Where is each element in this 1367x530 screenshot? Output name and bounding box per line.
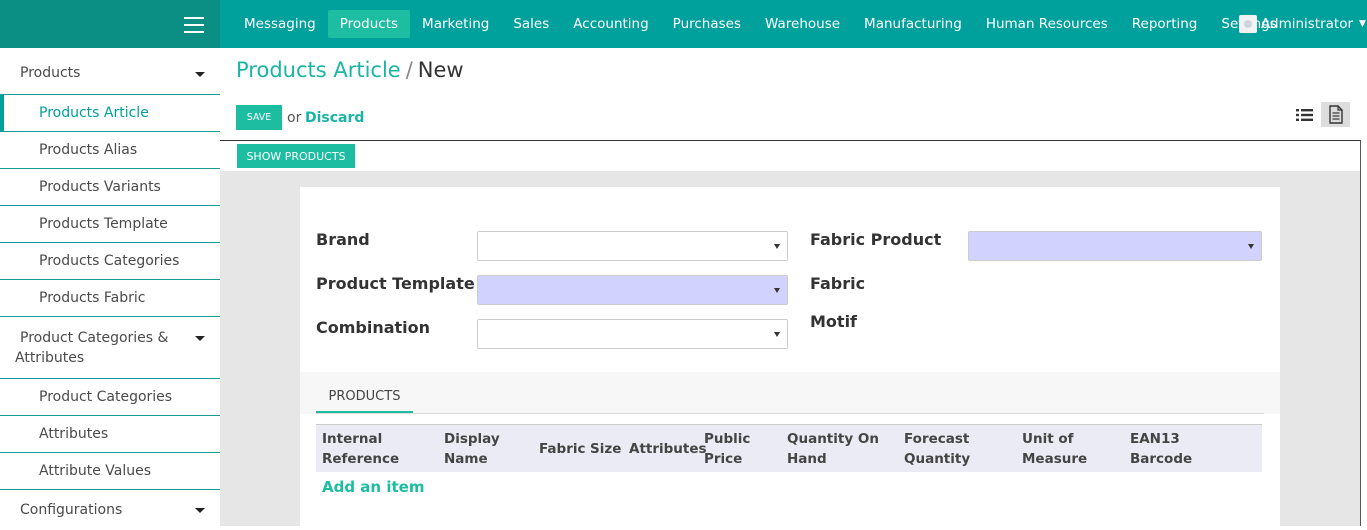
discard-button[interactable]: Discard (305, 110, 364, 126)
form-view-icon[interactable] (1321, 102, 1350, 127)
user-name: Administrator (1261, 16, 1354, 32)
menu-marketing[interactable]: Marketing (410, 10, 501, 38)
combination-label: Combination (316, 318, 431, 337)
notebook-header (300, 372, 1280, 414)
column-unit-of-measure[interactable]: Unit of Measure (1022, 429, 1087, 469)
breadcrumb-separator: / (405, 58, 413, 82)
form-statusbar: SHOW PRODUCTS (220, 141, 1360, 171)
notebook-divider (316, 413, 1264, 414)
sidebar-item-products-template[interactable]: Products Template (0, 206, 220, 243)
dropdown-arrow-icon (774, 332, 780, 337)
sidebar-section-label: Configurations (20, 502, 123, 518)
dropdown-arrow-icon (774, 288, 780, 293)
navbar-brand-area (0, 0, 220, 48)
menu-sales[interactable]: Sales (501, 10, 561, 38)
sidebar-item-products-alias[interactable]: Products Alias (0, 132, 220, 169)
product-template-select[interactable] (477, 275, 788, 305)
caret-down-icon (195, 72, 205, 77)
menu-human-resources[interactable]: Human Resources (974, 10, 1120, 38)
sidebar-item-products-article[interactable]: Products Article (0, 95, 220, 132)
caret-down-icon (195, 508, 205, 513)
fabric-product-label: Fabric Product (810, 230, 942, 249)
sidebar-section-label: Products (20, 65, 81, 81)
top-menu: Messaging Products Marketing Sales Accou… (232, 0, 1289, 48)
scrollbar[interactable] (1360, 140, 1367, 526)
sidebar-section-categories-attributes[interactable]: Product Categories & Attributes (0, 317, 220, 379)
brand-label: Brand (316, 230, 370, 249)
menu-accounting[interactable]: Accounting (561, 10, 660, 38)
combination-select[interactable] (477, 319, 788, 349)
column-ean13-barcode[interactable]: EAN13 Barcode (1130, 429, 1192, 469)
motif-label: Motif (810, 312, 858, 331)
column-public-price[interactable]: Public Price (704, 429, 750, 469)
menu-warehouse[interactable]: Warehouse (753, 10, 852, 38)
tab-products[interactable]: PRODUCTS (316, 383, 413, 413)
column-quantity-on-hand[interactable]: Quantity On Hand (787, 429, 879, 469)
fabric-label: Fabric (810, 274, 866, 293)
list-view-icon[interactable] (1295, 107, 1315, 123)
column-forecast-quantity[interactable]: Forecast Quantity (904, 429, 970, 469)
sidebar-item-products-fabric[interactable]: Products Fabric (0, 280, 220, 317)
sidebar-section-label-2: Attributes (15, 350, 85, 366)
sidebar-item-product-categories[interactable]: Product Categories (0, 379, 220, 416)
column-internal-reference[interactable]: Internal Reference (322, 429, 399, 469)
product-template-label: Product Template (316, 274, 475, 293)
menu-products[interactable]: Products (327, 10, 411, 38)
sidebar-section-label: Product Categories & (20, 330, 169, 346)
sidebar: Products Products Article Products Alias… (0, 48, 220, 526)
column-attributes[interactable]: Attributes (629, 439, 707, 459)
sidebar-item-attributes[interactable]: Attributes (0, 416, 220, 453)
sidebar-section-configurations[interactable]: Configurations (0, 490, 220, 530)
caret-down-icon (195, 336, 205, 341)
top-navbar: Messaging Products Marketing Sales Accou… (0, 0, 1367, 48)
avatar (1239, 15, 1257, 33)
column-display-name[interactable]: Display Name (444, 429, 500, 469)
breadcrumb-parent[interactable]: Products Article (236, 58, 401, 82)
products-table-header: Internal Reference Display Name Fabric Siz… (316, 424, 1262, 472)
caret-down-icon: ▼ (1359, 19, 1366, 29)
column-size[interactable]: Size (590, 439, 621, 459)
sidebar-item-attribute-values[interactable]: Attribute Values (0, 453, 220, 490)
menu-messaging[interactable]: Messaging (232, 10, 328, 38)
show-products-button[interactable]: SHOW PRODUCTS (237, 144, 355, 168)
menu-manufacturing[interactable]: Manufacturing (852, 10, 974, 38)
add-item-link[interactable]: Add an item (322, 478, 424, 496)
dropdown-arrow-icon (1248, 244, 1254, 249)
brand-select[interactable] (477, 231, 788, 261)
menu-purchases[interactable]: Purchases (661, 10, 753, 38)
breadcrumb-current: New (417, 58, 464, 82)
save-button[interactable]: SAVE (236, 105, 282, 130)
menu-reporting[interactable]: Reporting (1120, 10, 1210, 38)
dropdown-arrow-icon (774, 244, 780, 249)
fabric-product-select[interactable] (968, 231, 1262, 261)
column-fabric[interactable]: Fabric (539, 439, 586, 459)
sidebar-section-products[interactable]: Products (0, 48, 220, 95)
hamburger-menu-icon[interactable] (184, 17, 204, 33)
sidebar-item-products-variants[interactable]: Products Variants (0, 169, 220, 206)
sidebar-item-products-categories[interactable]: Products Categories (0, 243, 220, 280)
user-menu[interactable]: Administrator ▼ (1239, 15, 1366, 33)
or-text: or (287, 110, 302, 126)
breadcrumb: Products Article / New (236, 58, 464, 82)
